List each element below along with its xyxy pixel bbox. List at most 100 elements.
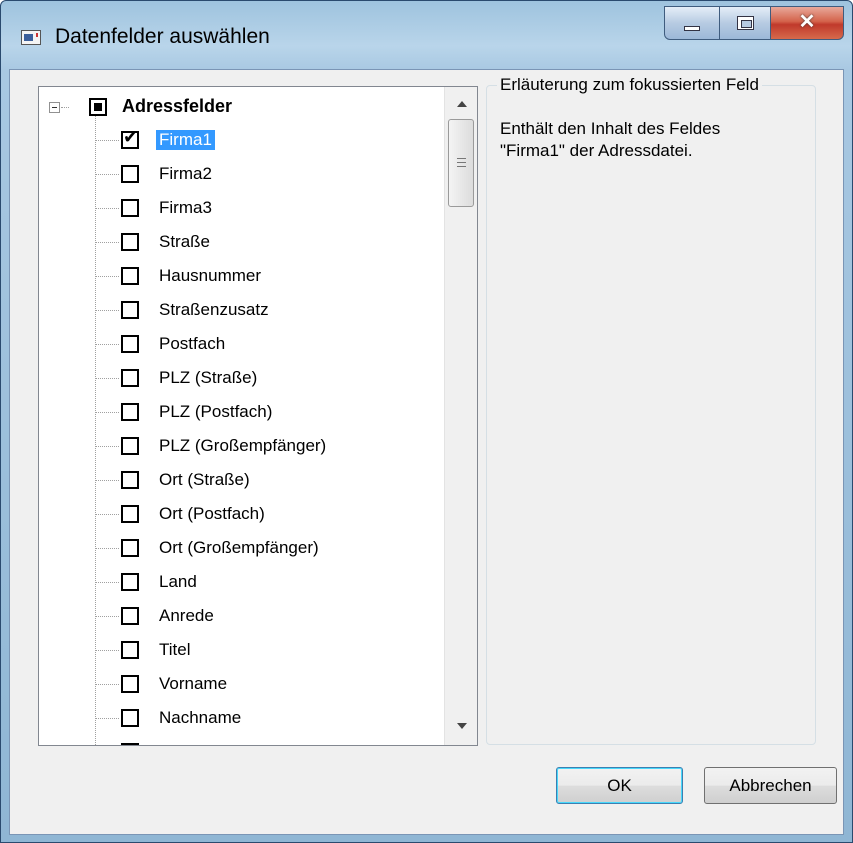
tree-connector bbox=[95, 514, 119, 515]
tree-connector bbox=[95, 276, 119, 277]
field-checkbox[interactable] bbox=[121, 369, 139, 387]
tree-content: Adressfelder Firma1 Firma2 Firma3 Straße Hau… bbox=[39, 87, 443, 745]
field-label: Firma3 bbox=[159, 198, 212, 217]
description-line-2: "Firma1" der Adressdatei. bbox=[500, 141, 693, 160]
field-label: PLZ (Postfach) bbox=[159, 402, 273, 421]
field-checkbox[interactable] bbox=[121, 709, 139, 727]
field-description: Enthält den Inhalt des Feldes "Firma1" d… bbox=[500, 118, 800, 162]
field-checkbox[interactable] bbox=[121, 301, 139, 319]
tree-item[interactable]: Firma1 bbox=[95, 123, 443, 157]
field-checkbox[interactable] bbox=[121, 128, 139, 149]
tree-connector bbox=[95, 174, 119, 175]
tree-item[interactable]: Straße bbox=[95, 225, 443, 259]
tree-connector bbox=[61, 107, 69, 108]
field-label: Nachname bbox=[159, 708, 242, 727]
cancel-button[interactable]: Abbrechen bbox=[704, 767, 837, 804]
field-checkbox[interactable] bbox=[121, 471, 139, 489]
field-checkbox[interactable] bbox=[121, 403, 139, 421]
scroll-thumb[interactable] bbox=[448, 119, 474, 207]
tree-connector bbox=[95, 548, 119, 549]
scroll-down-arrow-icon[interactable] bbox=[445, 715, 477, 745]
groupbox-title: Erläuterung zum fokussierten Feld bbox=[497, 75, 762, 95]
title-bar[interactable]: Datenfelder auswählen ✕ bbox=[1, 1, 852, 69]
maximize-icon bbox=[737, 16, 754, 30]
tree-connector bbox=[95, 412, 119, 413]
tree-item[interactable]: Firma3 bbox=[95, 191, 443, 225]
root-node-label: Adressfelder bbox=[122, 96, 233, 116]
tree-item[interactable]: Ort (Straße) bbox=[95, 463, 443, 497]
field-checkbox[interactable] bbox=[121, 165, 139, 183]
tree-connector bbox=[95, 582, 119, 583]
field-checkbox[interactable] bbox=[121, 505, 139, 523]
field-label: Firma1 bbox=[155, 129, 216, 151]
window-title: Datenfelder auswählen bbox=[55, 25, 270, 48]
field-tree-view[interactable]: Adressfelder Firma1 Firma2 Firma3 Straße Hau… bbox=[38, 86, 478, 746]
tree-item[interactable]: Straßenzusatz bbox=[95, 293, 443, 327]
tree-item[interactable]: Titel bbox=[95, 633, 443, 667]
tree-item[interactable]: PLZ (Straße) bbox=[95, 361, 443, 395]
tree-item[interactable]: Postfach bbox=[95, 327, 443, 361]
tree-connector bbox=[95, 140, 119, 141]
collapse-icon[interactable] bbox=[49, 102, 60, 113]
tree-item[interactable]: Anrede bbox=[95, 599, 443, 633]
tree-item[interactable]: PLZ (Großempfänger) bbox=[95, 429, 443, 463]
field-checkbox[interactable] bbox=[121, 743, 139, 745]
tree-connector bbox=[95, 208, 119, 209]
app-icon[interactable] bbox=[21, 30, 41, 45]
grip-line bbox=[457, 166, 466, 167]
field-label: PLZ (Straße) bbox=[159, 368, 258, 387]
field-label: Firma2 bbox=[159, 164, 212, 183]
maximize-button[interactable] bbox=[719, 6, 771, 40]
field-checkbox[interactable] bbox=[121, 573, 139, 591]
field-label: Ort (Großempfänger) bbox=[159, 538, 319, 557]
field-label: Titel bbox=[159, 640, 191, 659]
tree-item[interactable]: Hausnummer bbox=[95, 259, 443, 293]
tree-item[interactable]: Nachname bbox=[95, 701, 443, 735]
field-label: Hausnummer bbox=[159, 266, 262, 285]
field-label: PLZ (Großempfänger) bbox=[159, 436, 327, 455]
field-checkbox[interactable] bbox=[121, 233, 139, 251]
minimize-icon bbox=[684, 26, 700, 31]
dialog-window: Datenfelder auswählen ✕ Adressfelder Fir… bbox=[0, 0, 853, 843]
field-label: Ort (Postfach) bbox=[159, 504, 265, 523]
field-label: Ort (Straße) bbox=[159, 470, 250, 489]
tree-connector bbox=[95, 446, 119, 447]
field-label: Vorname bbox=[159, 674, 228, 693]
tree-item[interactable]: Ort (Großempfänger) bbox=[95, 531, 443, 565]
tree-connector bbox=[95, 650, 119, 651]
tree-item[interactable]: Land bbox=[95, 565, 443, 599]
field-label: Straßenzusatz bbox=[159, 300, 269, 319]
field-checkbox[interactable] bbox=[121, 437, 139, 455]
close-button[interactable]: ✕ bbox=[770, 6, 844, 40]
description-line-1: Enthält den Inhalt des Feldes bbox=[500, 119, 721, 138]
field-checkbox[interactable] bbox=[121, 675, 139, 693]
tree-item[interactable]: Vorname bbox=[95, 667, 443, 701]
dialog-client-area: Adressfelder Firma1 Firma2 Firma3 Straße Hau… bbox=[9, 69, 844, 835]
field-label: Straße bbox=[159, 232, 211, 251]
grip-line bbox=[457, 158, 466, 159]
field-checkbox[interactable] bbox=[121, 199, 139, 217]
field-label: Land bbox=[159, 572, 197, 591]
tree-connector bbox=[95, 310, 119, 311]
tree-item[interactable]: Ort (Postfach) bbox=[95, 497, 443, 531]
tree-connector bbox=[95, 480, 119, 481]
field-label: Geschlecht bbox=[156, 742, 247, 745]
scroll-up-arrow-icon[interactable] bbox=[445, 87, 477, 117]
ok-button[interactable]: OK bbox=[556, 767, 683, 804]
field-checkbox[interactable] bbox=[121, 335, 139, 353]
tree-item[interactable]: Firma2 bbox=[95, 157, 443, 191]
field-checkbox[interactable] bbox=[121, 267, 139, 285]
field-label: Postfach bbox=[159, 334, 226, 353]
field-info-groupbox bbox=[486, 85, 816, 745]
tree-vertical-scrollbar[interactable] bbox=[444, 87, 477, 745]
tree-connector bbox=[95, 684, 119, 685]
field-label: Anrede bbox=[159, 606, 214, 625]
tree-item[interactable]: PLZ (Postfach) bbox=[95, 395, 443, 429]
tree-connector bbox=[95, 242, 119, 243]
tree-item[interactable]: Geschlecht bbox=[95, 735, 443, 745]
minimize-button[interactable] bbox=[664, 6, 720, 40]
root-tristate-checkbox[interactable] bbox=[89, 98, 107, 116]
field-checkbox[interactable] bbox=[121, 539, 139, 557]
field-checkbox[interactable] bbox=[121, 607, 139, 625]
field-checkbox[interactable] bbox=[121, 641, 139, 659]
